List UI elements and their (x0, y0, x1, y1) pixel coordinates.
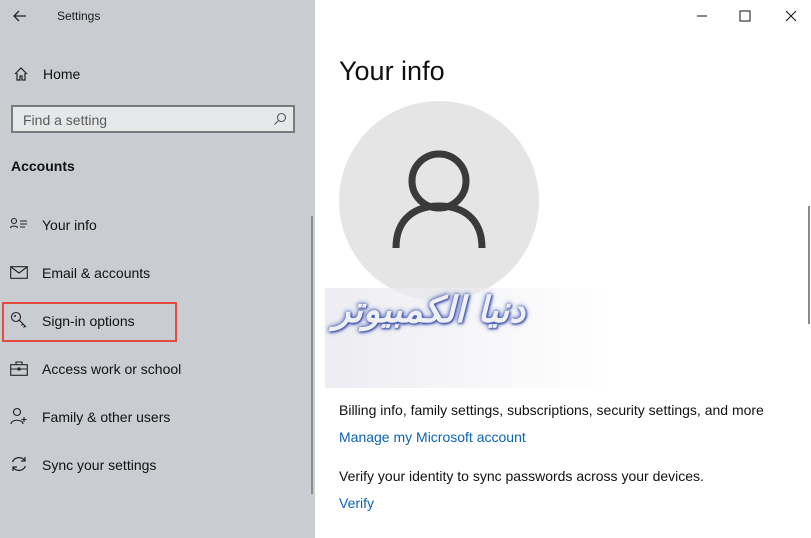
mail-icon (10, 263, 28, 281)
sidebar-item-label: Email & accounts (42, 265, 151, 281)
close-button[interactable] (776, 4, 806, 28)
main-scrollbar[interactable] (808, 206, 810, 324)
sidebar-item-family-other-users[interactable]: Family & other users (10, 405, 300, 429)
section-title: Accounts (11, 158, 75, 174)
maximize-button[interactable] (730, 4, 760, 28)
search-input[interactable]: Find a setting (11, 105, 295, 133)
verify-identity-text: Verify your identity to sync passwords a… (339, 468, 704, 484)
sidebar-item-your-info[interactable]: Your info (10, 213, 300, 237)
home-icon (12, 65, 30, 83)
highlight-box (2, 302, 177, 342)
sidebar-item-access-work-school[interactable]: Access work or school (10, 357, 300, 381)
app-title: Settings (57, 9, 101, 23)
title-bar: Settings (0, 0, 315, 34)
sidebar: Settings Home Find a setting Accounts Yo… (0, 0, 315, 538)
manage-account-link[interactable]: Manage my Microsoft account (339, 429, 526, 445)
briefcase-icon (10, 359, 28, 377)
page-title: Your info (339, 56, 445, 86)
close-icon (785, 10, 797, 22)
sidebar-item-label: Family & other users (42, 409, 171, 425)
watermark: دنيا الكمبيوتر (333, 290, 526, 331)
maximize-icon (739, 10, 751, 22)
minimize-button[interactable] (687, 4, 717, 28)
back-button[interactable] (10, 6, 30, 26)
sidebar-item-sync-settings[interactable]: Sync your settings (10, 453, 300, 477)
billing-info-text: Billing info, family settings, subscript… (339, 402, 764, 418)
verify-link[interactable]: Verify (339, 495, 374, 511)
user-icon (392, 150, 486, 249)
sidebar-item-label: Access work or school (42, 361, 182, 377)
nav-home-label: Home (43, 66, 81, 82)
sync-icon (10, 455, 28, 473)
contact-card-icon (10, 215, 28, 233)
back-arrow-icon (13, 10, 26, 22)
sidebar-item-label: Your info (42, 217, 97, 233)
nav-home[interactable]: Home (12, 63, 292, 85)
search-icon (274, 112, 287, 125)
person-add-icon (10, 407, 28, 425)
search-placeholder: Find a setting (23, 112, 108, 128)
minimize-icon (697, 15, 707, 17)
sidebar-scrollbar[interactable] (311, 216, 313, 494)
avatar[interactable] (339, 101, 539, 301)
main-panel: Your info دنيا الكمبيوتر Billing info, f… (315, 0, 811, 538)
sidebar-item-label: Sync your settings (42, 457, 157, 473)
sidebar-item-email-accounts[interactable]: Email & accounts (10, 261, 300, 285)
